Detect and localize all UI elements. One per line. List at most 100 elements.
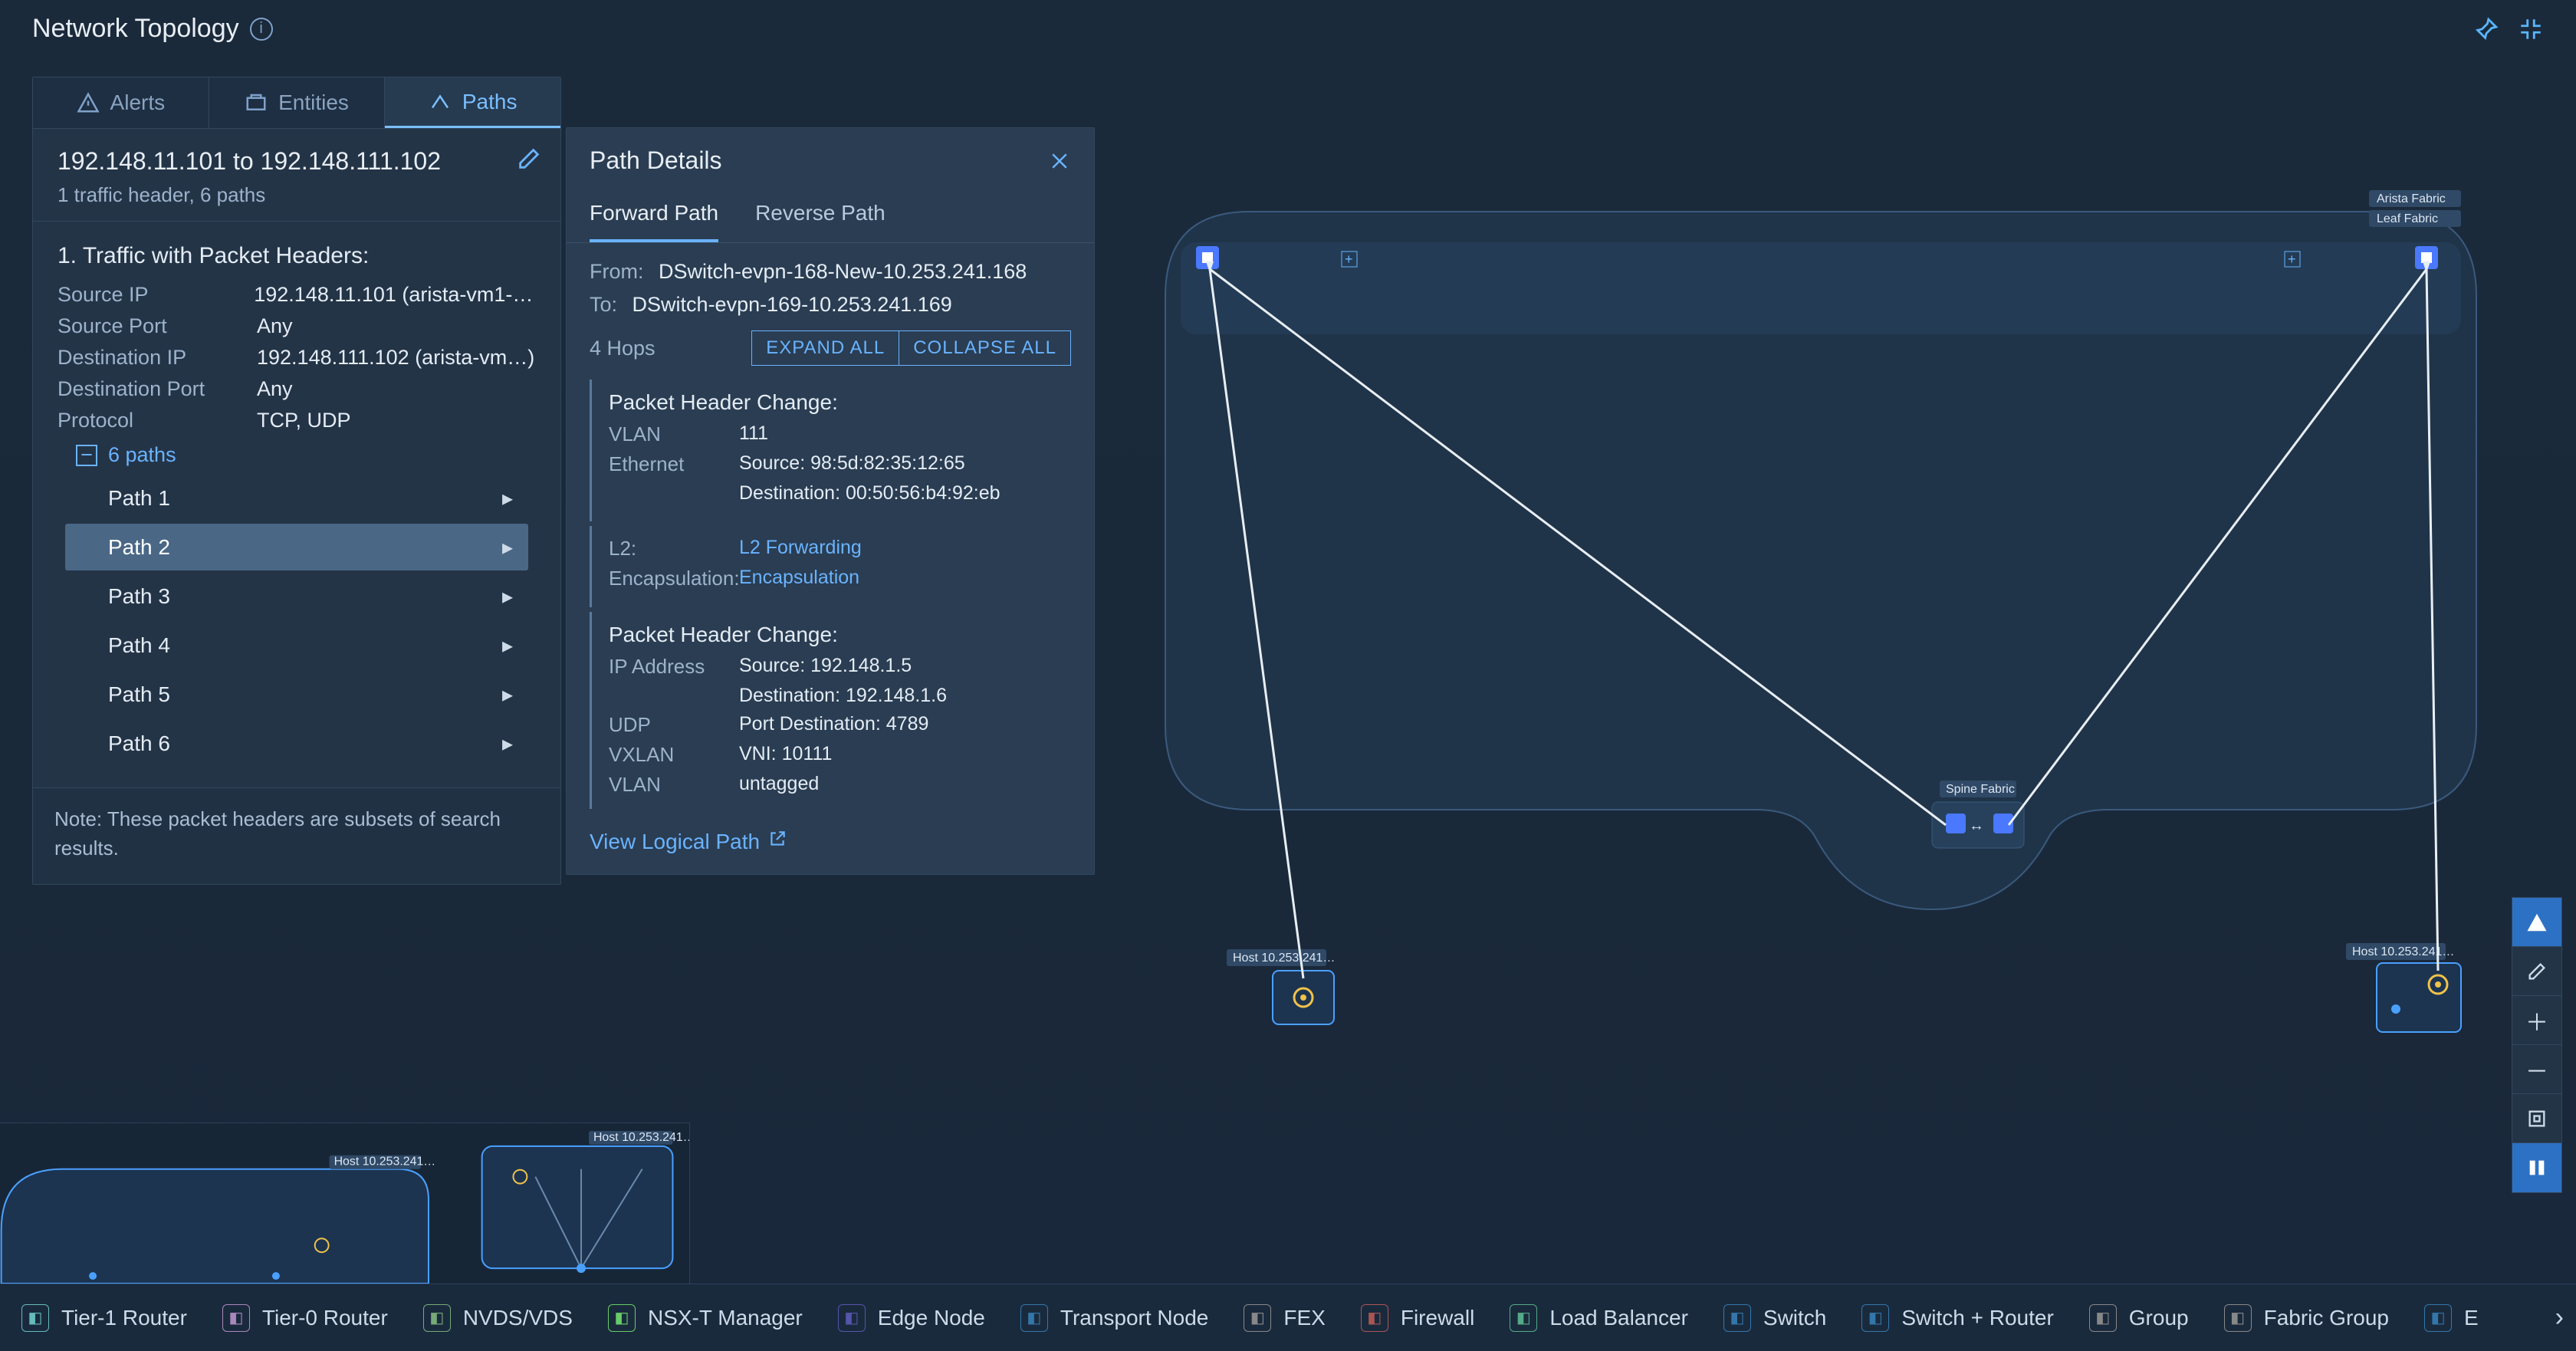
legend-item: ◧FEX bbox=[1244, 1304, 1325, 1332]
legend-icon: ◧ bbox=[2089, 1304, 2117, 1332]
tab-paths[interactable]: Paths bbox=[385, 77, 560, 128]
hop-title: Packet Header Change: bbox=[609, 390, 1071, 415]
path-details-panel: Path Details Forward Path Reverse Path F… bbox=[566, 127, 1095, 875]
traffic-val: Any bbox=[257, 314, 293, 338]
chevron-right-icon: ▸ bbox=[502, 583, 513, 609]
toggle-minimap-button[interactable] bbox=[2512, 1143, 2561, 1192]
alerts-tool-button[interactable] bbox=[2512, 898, 2561, 947]
legend-icon: ◧ bbox=[423, 1304, 451, 1332]
sidebar-panel: Alerts Entities Paths 192.148.11.101 to … bbox=[32, 77, 561, 885]
traffic-key: Source Port bbox=[58, 314, 257, 338]
legend-label: NVDS/VDS bbox=[463, 1306, 573, 1330]
chevron-right-icon: ▸ bbox=[502, 633, 513, 658]
hop-key: L2: bbox=[609, 537, 739, 560]
hop-val: L2 Forwarding bbox=[739, 537, 862, 560]
fit-screen-button[interactable] bbox=[2512, 1094, 2561, 1143]
path-label: Path 5 bbox=[108, 682, 170, 707]
path-item-4[interactable]: Path 4 ▸ bbox=[65, 622, 528, 669]
hop-val: Destination: 00:50:56:b4:92:eb bbox=[739, 482, 1001, 505]
paths-icon bbox=[429, 90, 452, 113]
path-label: Path 1 bbox=[108, 486, 170, 511]
tab-paths-label: Paths bbox=[462, 90, 518, 114]
tab-entities[interactable]: Entities bbox=[209, 77, 386, 128]
legend-item: ◧ NVDS/VDS bbox=[423, 1304, 573, 1332]
svg-text:Host 10.253.241…: Host 10.253.241… bbox=[1233, 952, 1335, 965]
path-label: Path 3 bbox=[108, 584, 170, 609]
view-logical-path-link[interactable]: View Logical Path bbox=[590, 830, 760, 854]
path-label: Path 2 bbox=[108, 535, 170, 560]
path-item-5[interactable]: Path 5 ▸ bbox=[65, 671, 528, 718]
topology-canvas[interactable]: Arista Fabric Leaf Fabric + + bbox=[1119, 92, 2522, 1221]
paths-toggle[interactable]: − 6 paths bbox=[76, 443, 536, 467]
hop-key: VLAN bbox=[609, 773, 739, 797]
side-toolbar: ＋ － bbox=[2512, 897, 2562, 1193]
svg-text:+: + bbox=[1345, 251, 1353, 267]
traffic-key: Protocol bbox=[58, 409, 257, 432]
legend-label: Tier-1 Router bbox=[61, 1306, 187, 1330]
zoom-in-button[interactable]: ＋ bbox=[2512, 996, 2561, 1045]
legend-icon: ◧ bbox=[1861, 1304, 1889, 1332]
legend-item: ◧NSX-T Manager bbox=[608, 1304, 803, 1332]
hop-link[interactable]: Encapsulation bbox=[739, 567, 859, 588]
collapse-icon[interactable] bbox=[2518, 16, 2544, 42]
hop-title: Packet Header Change: bbox=[609, 623, 1071, 647]
legend-icon: ◧ bbox=[838, 1304, 866, 1332]
info-icon[interactable]: i bbox=[250, 18, 273, 41]
edit-tool-button[interactable] bbox=[2512, 947, 2561, 996]
legend-label: Fabric Group bbox=[2264, 1306, 2389, 1330]
path-label: Path 6 bbox=[108, 731, 170, 756]
leaf-fabric-label: Leaf Fabric bbox=[2377, 212, 2438, 225]
hop-val: Encapsulation bbox=[739, 567, 859, 590]
legend-item: ◧Tier-0 Router bbox=[222, 1304, 388, 1332]
svg-text:Host 10.253.241…: Host 10.253.241… bbox=[334, 1155, 436, 1169]
hop-val: Source: 192.148.1.5 bbox=[739, 655, 912, 679]
legend-label: E bbox=[2464, 1306, 2479, 1330]
hop-key bbox=[609, 482, 739, 505]
svg-text:↔: ↔ bbox=[1969, 817, 1984, 834]
svg-text:+: + bbox=[2288, 251, 2296, 267]
legend-label: NSX-T Manager bbox=[648, 1306, 803, 1330]
path-label: Path 4 bbox=[108, 633, 170, 658]
chevron-right-icon: ▸ bbox=[502, 682, 513, 707]
legend-item: ◧Group bbox=[2089, 1304, 2189, 1332]
from-label: From: bbox=[590, 260, 644, 283]
traffic-key: Destination IP bbox=[58, 346, 257, 370]
edit-icon[interactable] bbox=[516, 146, 542, 172]
legend-label: Switch bbox=[1763, 1306, 1826, 1330]
path-item-1[interactable]: Path 1▸ bbox=[65, 475, 528, 521]
node-spine[interactable]: Spine Fabric ↔ bbox=[1932, 781, 2024, 848]
minimap[interactable]: Host 10.253.241… Host 10.253.241… bbox=[0, 1123, 690, 1284]
tab-alerts[interactable]: Alerts bbox=[33, 77, 209, 128]
legend-item: ◧Switch bbox=[1723, 1304, 1826, 1332]
pin-icon[interactable] bbox=[2473, 16, 2499, 42]
path-item-6[interactable]: Path 6▸ bbox=[65, 720, 528, 767]
svg-text:Host 10.253.241…: Host 10.253.241… bbox=[2352, 945, 2454, 958]
legend-item: ◧Firewall bbox=[1361, 1304, 1474, 1332]
tab-entities-label: Entities bbox=[278, 90, 349, 115]
subtab-reverse[interactable]: Reverse Path bbox=[755, 192, 886, 242]
hop-val: Port Destination: 4789 bbox=[739, 713, 928, 737]
legend-item: ◧Load Balancer bbox=[1510, 1304, 1688, 1332]
path-item-3[interactable]: Path 3 ▸ bbox=[65, 573, 528, 620]
node-host-left[interactable]: Host 10.253.241… bbox=[1227, 949, 1335, 1024]
traffic-val: TCP, UDP bbox=[257, 409, 351, 432]
collapse-all-button[interactable]: COLLAPSE ALL bbox=[899, 330, 1071, 366]
path-item-2[interactable]: Path 2▸ bbox=[65, 524, 528, 570]
tab-alerts-label: Alerts bbox=[110, 90, 166, 115]
hop-key bbox=[609, 685, 739, 707]
note: Note: These packet headers are subsets o… bbox=[33, 787, 560, 884]
legend-scroll-right[interactable]: › bbox=[2555, 1284, 2564, 1351]
hop-key: VLAN bbox=[609, 422, 739, 446]
node-host-right[interactable]: Host 10.253.241… bbox=[2346, 943, 2461, 1032]
hop-link[interactable]: L2 Forwarding bbox=[739, 537, 862, 558]
hop-val: Source: 98:5d:82:35:12:65 bbox=[739, 452, 965, 476]
subtab-forward[interactable]: Forward Path bbox=[590, 192, 718, 242]
paths-count: 6 paths bbox=[108, 443, 176, 467]
legend-item: ◧Fabric Group bbox=[2224, 1304, 2389, 1332]
svg-text:Host 10.253.241…: Host 10.253.241… bbox=[593, 1131, 689, 1144]
expand-all-button[interactable]: EXPAND ALL bbox=[751, 330, 899, 366]
legend-bar: ◧Tier-1 Router◧Tier-0 Router◧NVDS/VDS◧NS… bbox=[0, 1284, 2576, 1351]
external-link-icon bbox=[767, 829, 787, 854]
zoom-out-button[interactable]: － bbox=[2512, 1045, 2561, 1094]
close-icon[interactable] bbox=[1048, 150, 1071, 173]
